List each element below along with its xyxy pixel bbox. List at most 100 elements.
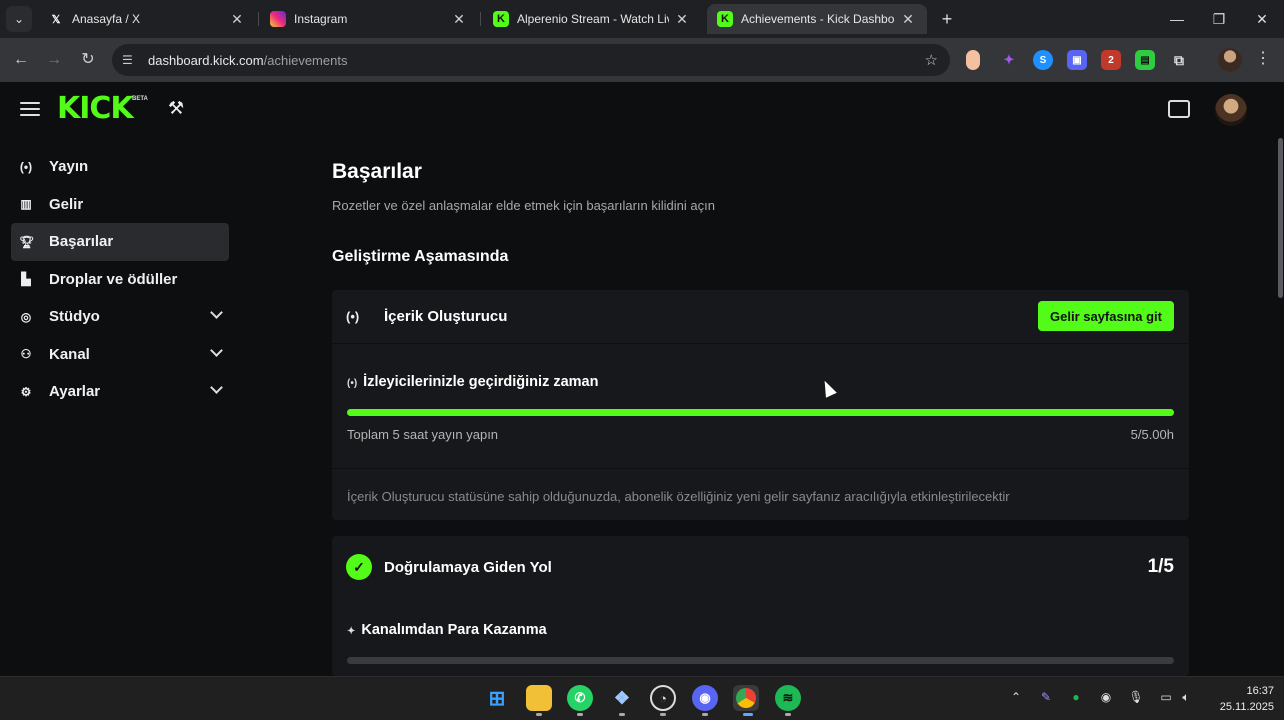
scrollbar[interactable] [1278, 138, 1283, 298]
address-bar[interactable]: ☰ dashboard.kick.com/achievements ☆ [112, 44, 950, 76]
running-indicator [785, 713, 791, 716]
tab-title: Achievements - Kick Dashboard [741, 12, 895, 26]
close-window-button[interactable]: ✕ [1247, 8, 1277, 30]
broadcast-icon: (•) [19, 159, 33, 174]
browser-tab-strip: ⌄ 𝕏 Anasayfa / X ✕ Instagram ✕ K Alperen… [0, 0, 1284, 38]
profile-avatar[interactable] [1218, 48, 1242, 72]
running-indicator [619, 713, 625, 716]
card-title: Doğrulamaya Giden Yol [384, 558, 552, 576]
instagram-icon [270, 11, 286, 27]
sidebar-item-ayarlar[interactable]: ⚙ Ayarlar [11, 373, 229, 411]
sidebar-item-gelir[interactable]: ▥ Gelir [11, 186, 229, 224]
forward-button[interactable]: → [43, 49, 65, 71]
volume-icon[interactable]: 🔈︎ [1177, 690, 1195, 708]
tab-separator [258, 12, 259, 26]
more-menu-icon[interactable]: ⋮ [1255, 48, 1271, 68]
card-header: ✓ Doğrulamaya Giden Yol 1/5 [332, 536, 1189, 598]
chevron-up-icon[interactable]: ⌃ [1007, 690, 1025, 708]
obs-icon[interactable]: ◔ [650, 685, 676, 711]
tab-x[interactable]: 𝕏 Anasayfa / X ✕ [38, 4, 256, 34]
close-tab-icon[interactable]: ✕ [228, 11, 246, 28]
chrome-icon[interactable] [733, 685, 759, 711]
browser-toolbar: ← → ↻ ☰ dashboard.kick.com/achievements … [0, 38, 1284, 82]
whatsapp-icon[interactable]: ✆ [567, 685, 593, 711]
sidebar-item-basarilar[interactable]: 🏆︎ Başarılar [11, 223, 229, 261]
card-note: İçerik Oluşturucu statüsüne sahip olduğu… [347, 489, 1010, 504]
file-explorer-icon[interactable] [526, 685, 552, 711]
sidebar-item-droplar[interactable]: ▙ Droplar ve ödüller [11, 261, 229, 299]
close-tab-icon[interactable]: ✕ [899, 11, 917, 28]
sidebar-item-yayin[interactable]: (•) Yayın [11, 148, 229, 186]
progress-description: Toplam 5 saat yayın yapın [347, 427, 499, 442]
running-indicator [536, 713, 542, 716]
revenue-icon: ▥ [20, 197, 32, 212]
x-logo-icon: 𝕏 [51, 13, 61, 26]
pen-icon[interactable]: ✎ [1037, 690, 1055, 708]
system-clock[interactable]: 16:37 25.11.2025 [1206, 683, 1274, 715]
sidebar-item-studyo[interactable]: ◎ Stüdyo [11, 298, 229, 336]
chevron-down-icon[interactable] [210, 381, 223, 394]
chevron-down-icon[interactable] [210, 306, 223, 319]
back-button[interactable]: ← [10, 49, 32, 71]
progress-title-text: İzleyicilerinizle geçirdiğiniz zaman [363, 374, 599, 390]
sidebar-item-kanal[interactable]: ⚇ Kanal [11, 336, 229, 374]
broadcast-icon: (•) [347, 378, 358, 389]
user-avatar[interactable] [1215, 94, 1247, 126]
hamburger-menu-icon[interactable] [20, 102, 40, 118]
spotify-tray-icon[interactable]: ● [1067, 690, 1085, 708]
tab-title: Anasayfa / X [72, 12, 141, 26]
tab-separator [480, 12, 481, 26]
extension-icon[interactable] [966, 50, 980, 70]
bookmark-star-icon[interactable]: ☆ [925, 51, 938, 69]
puzzle-icon[interactable]: ⧉ [1169, 50, 1189, 70]
url-path: /achievements [263, 52, 348, 68]
progress-title-text: Kanalımdan Para Kazanma [361, 622, 547, 638]
close-tab-icon[interactable]: ✕ [450, 11, 468, 28]
chevron-down-icon[interactable] [210, 343, 223, 357]
progress-bar [347, 657, 1174, 664]
extension-icon[interactable]: S [1033, 50, 1053, 70]
minimize-button[interactable]: — [1162, 8, 1192, 30]
tab-instagram[interactable]: Instagram ✕ [260, 4, 478, 34]
discord-icon[interactable]: ◉ [692, 685, 718, 711]
sidebar-item-label: Başarılar [49, 233, 114, 251]
trophy-icon: 🏆︎ [19, 234, 35, 249]
sidebar-item-label: Stüdyo [49, 308, 100, 326]
studio-icon: ◎ [20, 309, 32, 324]
card-header: (•) İçerik Oluşturucu Gelir sayfasına gi… [332, 290, 1189, 342]
extension-icon[interactable]: ✦ [999, 50, 1019, 70]
extension-icon[interactable]: 2 [1101, 50, 1121, 70]
extension-icon[interactable]: ▤ [1135, 50, 1155, 70]
close-tab-icon[interactable]: ✕ [673, 11, 691, 28]
creator-card-icon[interactable] [1168, 100, 1190, 118]
reload-button[interactable]: ↻ [77, 49, 99, 71]
running-indicator [702, 713, 708, 716]
site-info-icon[interactable]: ☰ [122, 53, 138, 67]
windows-start-icon[interactable]: ⊞ [484, 685, 510, 711]
tab-search-button[interactable]: ⌄ [6, 6, 32, 32]
new-tab-button[interactable]: + [936, 8, 958, 30]
hammer-icon[interactable]: ⚒ [168, 98, 184, 119]
kick-logo[interactable]: KICK [57, 94, 134, 124]
microphone-icon[interactable]: 🎙︎ [1127, 690, 1145, 708]
content-creator-card: (•) İçerik Oluşturucu Gelir sayfasına gi… [332, 290, 1189, 520]
go-to-revenue-button[interactable]: Gelir sayfasına git [1038, 301, 1174, 331]
discord-tray-icon[interactable]: ◉ [1097, 690, 1115, 708]
dashboard-page: KICK BETA ⚒ (•) Yayın ▥ Gelir 🏆︎ Başarıl… [0, 82, 1284, 676]
spotify-icon[interactable]: ≋ [775, 685, 801, 711]
beta-tag: BETA [132, 96, 148, 102]
network-icon[interactable]: ▭ [1157, 690, 1175, 708]
kick-icon: K [493, 11, 509, 27]
sidebar-item-label: Droplar ve ödüller [49, 270, 178, 288]
sidebar-item-label: Ayarlar [49, 383, 101, 401]
progress-value: 5/5.00h [1130, 427, 1174, 442]
restore-button[interactable]: ❐ [1204, 8, 1234, 30]
progress-bar [347, 409, 1174, 416]
divider [332, 343, 1189, 344]
extension-icon[interactable]: ▣ [1067, 50, 1087, 70]
tab-achievements[interactable]: K Achievements - Kick Dashboard ✕ [707, 4, 927, 34]
progress-title: (•) İzleyicilerinizle geçirdiğiniz zaman [347, 374, 598, 390]
page-subtitle: Rozetler ve özel anlaşmalar elde etmek i… [332, 198, 715, 213]
tab-alperenio-stream[interactable]: K Alperenio Stream - Watch Live o ✕ [483, 4, 701, 34]
app-icon[interactable]: ❖ [609, 685, 635, 711]
